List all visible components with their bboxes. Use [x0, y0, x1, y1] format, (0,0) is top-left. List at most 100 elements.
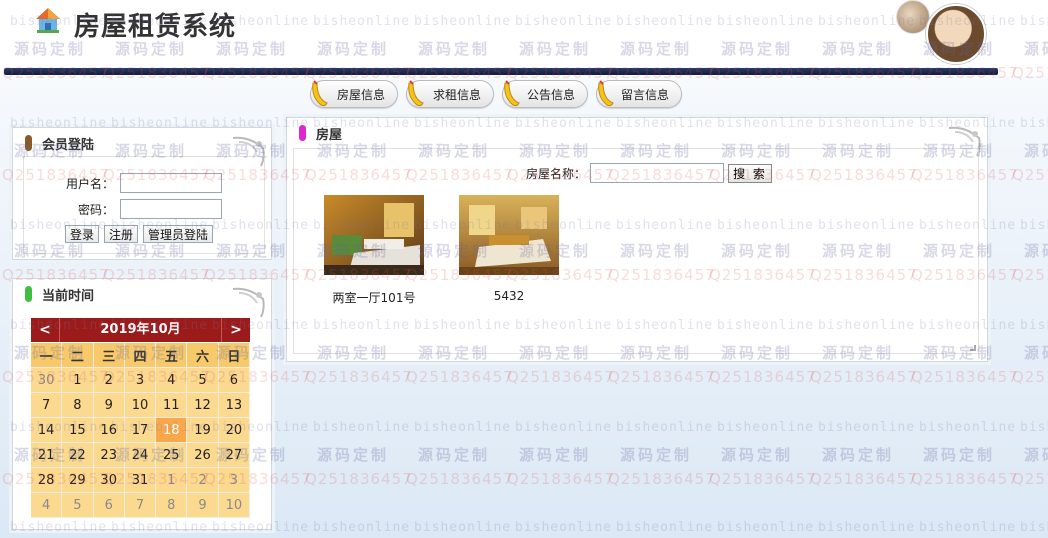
time-panel: 当前时间 < 2019年10月 > 一二三四五六日 30 1 2 3 4 5 6 7 8 9 10 11… [12, 278, 272, 530]
nav-house-info[interactable]: 房屋信息 [310, 80, 398, 108]
nav-messages[interactable]: 留言信息 [596, 80, 682, 108]
calendar-day[interactable]: 9 [93, 393, 125, 418]
calendar-day[interactable]: 3 [218, 468, 250, 493]
calendar-day[interactable]: 31 [124, 468, 157, 493]
banana-icon [312, 80, 328, 107]
calendar-day[interactable]: 6 [218, 368, 250, 393]
watermark-qq: Q251836457 [911, 470, 1019, 488]
header-divider [4, 68, 998, 75]
calendar-month-title: 2019年10月 [59, 318, 222, 342]
calendar-day[interactable]: 5 [187, 368, 219, 393]
username-input[interactable] [120, 173, 222, 193]
calendar-day[interactable]: 25 [156, 443, 188, 468]
nav-rent-request[interactable]: 求租信息 [406, 80, 494, 108]
calendar-day[interactable]: 7 [31, 393, 63, 418]
watermark-site: bisheonline [717, 420, 815, 435]
watermark-site: bisheonline [313, 520, 411, 535]
nav-label: 求租信息 [432, 87, 481, 102]
pill-icon [25, 135, 32, 151]
calendar-day[interactable]: 20 [218, 418, 250, 443]
clock-title: 当前时间 [42, 288, 95, 304]
resize-grip-icon [970, 345, 976, 351]
watermark-qq: Q251836457 [1012, 266, 1048, 284]
calendar-day[interactable]: 16 [93, 418, 125, 443]
avatar-small [896, 0, 930, 34]
main-nav: 房屋信息 求租信息 公告信息 留言信息 [310, 80, 682, 110]
calendar-day[interactable]: 1 [156, 468, 188, 493]
banana-icon [504, 80, 520, 107]
watermark-code: 源码定制 [923, 446, 996, 464]
calendar-day[interactable]: 19 [187, 418, 219, 443]
calendar-day[interactable]: 1 [62, 368, 94, 393]
password-input[interactable] [120, 199, 222, 219]
next-month-button[interactable]: > [222, 322, 250, 338]
password-label: 密码： [77, 202, 114, 217]
watermark-site: bisheonline [818, 520, 916, 535]
calendar-day[interactable]: 6 [93, 493, 125, 518]
calendar-day[interactable]: 7 [124, 493, 157, 518]
watermark-site: bisheonline [616, 420, 714, 435]
calendar-day[interactable]: 2 [187, 468, 219, 493]
calendar-day[interactable]: 17 [124, 418, 157, 443]
watermark-site: bisheonline [515, 420, 613, 435]
calendar-weekday: 二 [62, 343, 94, 368]
house-search: 房屋名称： 搜 索 [526, 163, 773, 183]
calendar-day[interactable]: 11 [156, 393, 188, 418]
calendar-day[interactable]: 15 [62, 418, 94, 443]
calendar-day[interactable]: 8 [62, 393, 94, 418]
list-item[interactable]: 两室一厅101号 [324, 195, 424, 306]
list-item[interactable]: 5432 [459, 195, 559, 303]
nav-announcements[interactable]: 公告信息 [502, 80, 588, 108]
header: 房屋租赁系统 [0, 0, 1048, 76]
calendar-day[interactable]: 10 [124, 393, 157, 418]
calendar-day[interactable]: 22 [62, 443, 94, 468]
calendar-day[interactable]: 4 [31, 493, 63, 518]
calendar-day[interactable]: 28 [31, 468, 63, 493]
site-title: 房屋租赁系统 [74, 12, 237, 42]
login-title: 会员登陆 [42, 137, 95, 153]
watermark-code: 源码定制 [822, 446, 895, 464]
calendar-day[interactable]: 13 [218, 393, 250, 418]
calendar-day[interactable]: 26 [187, 443, 219, 468]
calendar-day[interactable]: 5 [62, 493, 94, 518]
watermark-qq: Q251836457 [911, 368, 1019, 386]
watermark-site: bisheonline [1020, 218, 1048, 233]
banana-icon [408, 80, 424, 107]
calendar-day[interactable]: 29 [62, 468, 94, 493]
watermark-code: 源码定制 [418, 446, 491, 464]
calendar-day[interactable]: 27 [218, 443, 250, 468]
login-panel: 会员登陆 用户名： 密码： 登录 注册 管理员登陆 [12, 127, 272, 260]
calendar-day[interactable]: 2 [93, 368, 125, 393]
calendar-day[interactable]: 18 [156, 418, 188, 443]
house-thumbnail-image[interactable] [324, 195, 424, 275]
calendar-day[interactable]: 3 [124, 368, 157, 393]
register-button[interactable]: 注册 [104, 225, 139, 243]
admin-login-button[interactable]: 管理员登陆 [143, 225, 214, 243]
login-button[interactable]: 登录 [65, 225, 100, 243]
watermark-qq: Q251836457 [810, 368, 918, 386]
house-name[interactable]: 两室一厅101号 [324, 289, 424, 306]
calendar-weekday: 五 [156, 343, 188, 368]
prev-month-button[interactable]: < [31, 322, 59, 338]
calendar-day[interactable]: 4 [156, 368, 188, 393]
watermark-site: bisheonline [616, 520, 714, 535]
calendar-day[interactable]: 14 [31, 418, 63, 443]
calendar-day[interactable]: 24 [124, 443, 157, 468]
calendar-day[interactable]: 21 [31, 443, 63, 468]
calendar-day[interactable]: 30 [31, 368, 63, 393]
calendar-day[interactable]: 23 [93, 443, 125, 468]
calendar-weekday: 三 [93, 343, 125, 368]
calendar-day[interactable]: 9 [187, 493, 219, 518]
calendar-weekday: 六 [187, 343, 219, 368]
house-name[interactable]: 5432 [459, 289, 559, 303]
calendar-day[interactable]: 30 [93, 468, 125, 493]
watermark-qq: Q251836457 [305, 470, 413, 488]
calendar-day[interactable]: 10 [218, 493, 250, 518]
house-name-search-input[interactable] [590, 163, 725, 183]
calendar-day[interactable]: 8 [156, 493, 188, 518]
watermark-site: bisheonline [1020, 318, 1048, 333]
house-thumbnail-image[interactable] [459, 195, 559, 275]
calendar-day[interactable]: 12 [187, 393, 219, 418]
watermark-code: 源码定制 [1024, 344, 1048, 362]
search-button[interactable]: 搜 索 [728, 163, 773, 183]
